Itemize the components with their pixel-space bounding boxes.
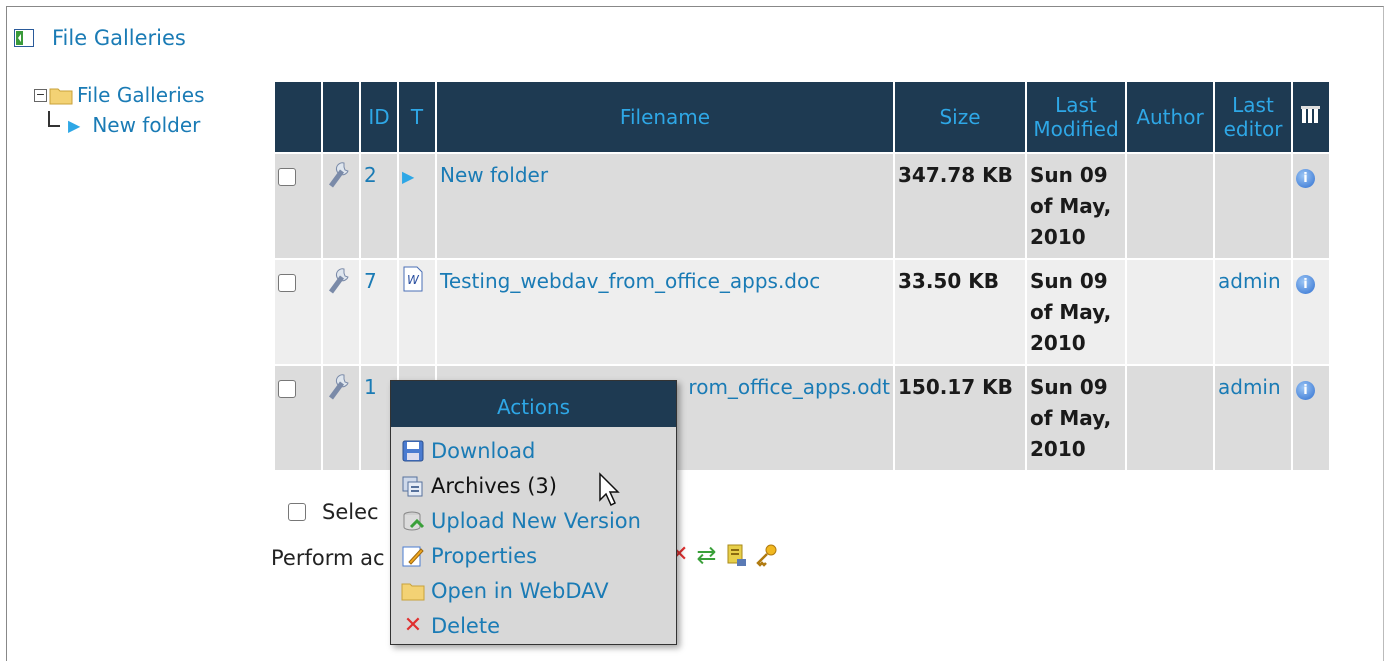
bulk-action-tools: ✕ ⇄: [670, 543, 779, 567]
perform-action-label: Perform ac: [271, 546, 385, 570]
row-size: 347.78 KB: [895, 154, 1025, 258]
row-modified-l3: 2010: [1030, 225, 1086, 249]
tree-root-label[interactable]: File Galleries: [77, 83, 205, 107]
menu-item-label: Open in WebDAV: [431, 578, 609, 603]
col-actions: [323, 82, 359, 152]
row-id[interactable]: 2: [364, 163, 377, 187]
tree-child-label[interactable]: New folder: [92, 113, 200, 137]
row-checkbox-cell: [275, 260, 321, 364]
archives-icon: [402, 476, 423, 496]
row-size: 33.50 KB: [895, 260, 1025, 364]
info-icon[interactable]: i: [1296, 275, 1315, 294]
info-icon[interactable]: i: [1296, 169, 1315, 188]
row-checkbox-cell: [275, 366, 321, 470]
select-all-row: Selec: [288, 500, 379, 524]
row-modified-l1: Sun 09: [1030, 269, 1108, 293]
menu-title: Actions: [391, 381, 676, 427]
row-filename[interactable]: rom_office_apps.odt: [688, 375, 890, 399]
actions-popup-menu: Actions Download Archives (3) Upload New…: [390, 380, 677, 645]
menu-item-label: Download: [431, 438, 536, 463]
wrench-icon[interactable]: [323, 366, 359, 470]
word-doc-icon: W: [403, 266, 423, 292]
folder-icon: [401, 583, 425, 600]
col-type[interactable]: T: [399, 82, 435, 152]
menu-item-delete[interactable]: ✕ Delete: [391, 608, 676, 643]
select-all-checkbox[interactable]: [288, 503, 306, 521]
menu-item-upload-new-version[interactable]: Upload New Version: [391, 503, 676, 538]
row-filename[interactable]: New folder: [440, 163, 548, 187]
table-row: 2 ▶ New folder 347.78 KB Sun 09 of May, 20…: [275, 154, 1329, 258]
row-editor[interactable]: admin: [1218, 269, 1281, 293]
select-all-label: Selec: [322, 500, 379, 524]
row-modified-l3: 2010: [1030, 437, 1086, 461]
tree-root[interactable]: − File Galleries: [34, 80, 205, 110]
menu-item-label: Delete: [431, 613, 500, 638]
info-icon[interactable]: i: [1296, 381, 1315, 400]
row-modified-l3: 2010: [1030, 331, 1086, 355]
col-id[interactable]: ID: [361, 82, 397, 152]
column-picker-icon[interactable]: [1293, 82, 1329, 152]
page-header: File Galleries: [14, 26, 186, 50]
row-checkbox[interactable]: [278, 380, 296, 398]
row-id[interactable]: 1: [364, 375, 377, 399]
menu-item-download[interactable]: Download: [391, 433, 676, 468]
upload-icon: [403, 511, 425, 530]
row-modified-l2: of May,: [1030, 194, 1112, 218]
gallery-tree: − File Galleries ▶ New folder: [34, 80, 205, 140]
svg-text:W: W: [407, 273, 420, 287]
row-modified-l2: of May,: [1030, 300, 1112, 324]
col-last-modified-l2: Modified: [1033, 117, 1119, 141]
properties-icon: [402, 546, 424, 566]
row-modified-l1: Sun 09: [1030, 375, 1108, 399]
move-icon[interactable]: [725, 543, 747, 567]
col-last-editor-l1: Last: [1232, 93, 1274, 117]
play-icon: ▶: [68, 115, 81, 135]
row-checkbox[interactable]: [278, 274, 296, 292]
menu-item-label: Archives (3): [431, 473, 557, 498]
row-author: [1127, 154, 1213, 258]
col-last-editor[interactable]: Last editor: [1215, 82, 1291, 152]
folder-play-icon: ▶: [402, 167, 415, 186]
row-author: [1127, 366, 1213, 470]
mouse-cursor-icon: [599, 472, 620, 507]
row-filename[interactable]: Testing_webdav_from_office_apps.doc: [440, 269, 820, 293]
tree-child[interactable]: ▶ New folder: [34, 110, 205, 140]
menu-item-properties[interactable]: Properties: [391, 538, 676, 573]
wrench-icon[interactable]: [323, 260, 359, 364]
col-size[interactable]: Size: [895, 82, 1025, 152]
row-modified: Sun 09 of May, 2010: [1027, 154, 1125, 258]
col-last-editor-l2: editor: [1223, 117, 1283, 141]
row-modified-l2: of May,: [1030, 406, 1112, 430]
menu-item-label: Upload New Version: [431, 508, 641, 533]
gallery-icon: [14, 29, 34, 47]
col-author[interactable]: Author: [1127, 82, 1213, 152]
collapse-icon[interactable]: −: [34, 88, 47, 102]
row-modified: Sun 09 of May, 2010: [1027, 260, 1125, 364]
wrench-icon[interactable]: [323, 154, 359, 258]
menu-item-open-webdav[interactable]: Open in WebDAV: [391, 573, 676, 608]
floppy-icon: [402, 440, 424, 461]
col-checkbox: [275, 82, 321, 152]
row-modified: Sun 09 of May, 2010: [1027, 366, 1125, 470]
row-checkbox-cell: [275, 154, 321, 258]
folder-icon: [49, 88, 73, 105]
page-title[interactable]: File Galleries: [52, 26, 186, 50]
menu-item-archives[interactable]: Archives (3): [391, 468, 676, 503]
delete-icon: ✕: [403, 612, 423, 638]
row-modified-l1: Sun 09: [1030, 163, 1108, 187]
col-last-modified-l1: Last: [1055, 93, 1097, 117]
menu-item-label: Properties: [431, 543, 538, 568]
row-editor[interactable]: admin: [1218, 375, 1281, 399]
tree-connector: [48, 111, 60, 127]
refresh-icon[interactable]: ⇄: [696, 543, 716, 567]
col-filename[interactable]: Filename: [437, 82, 893, 152]
key-icon[interactable]: [755, 543, 779, 567]
row-checkbox[interactable]: [278, 168, 296, 186]
row-size: 150.17 KB: [895, 366, 1025, 470]
col-last-modified[interactable]: Last Modified: [1027, 82, 1125, 152]
row-author: [1127, 260, 1213, 364]
table-row: 7 W Testing_webdav_from_office_apps.doc …: [275, 260, 1329, 364]
row-id[interactable]: 7: [364, 269, 377, 293]
